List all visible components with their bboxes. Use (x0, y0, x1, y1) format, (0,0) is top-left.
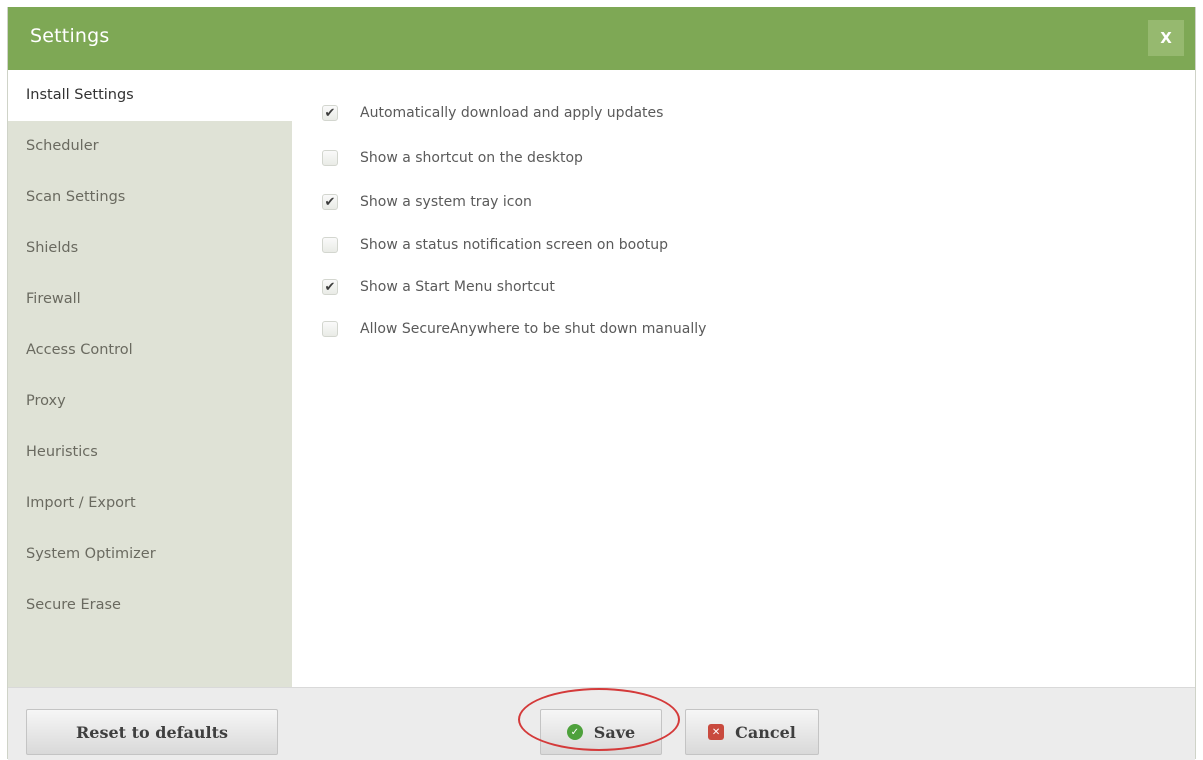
option-label: Show a shortcut on the desktop (360, 150, 583, 166)
sidebar-item-scheduler[interactable]: Scheduler (8, 121, 292, 172)
checkbox[interactable]: ✔ (322, 194, 338, 210)
dialog-footer: Reset to defaults ✓ Save ✕ Cancel (8, 687, 1195, 760)
sidebar-item-install-settings[interactable]: Install Settings (8, 70, 292, 121)
sidebar-item-system-optimizer[interactable]: System Optimizer (8, 529, 292, 580)
checkbox[interactable]: ✔ (322, 105, 338, 121)
option-allow-manual-shutdown[interactable]: Allow SecureAnywhere to be shut down man… (322, 319, 706, 339)
cancel-label: Cancel (735, 722, 796, 742)
dialog-title: Settings (30, 25, 110, 47)
option-label: Show a Start Menu shortcut (360, 279, 555, 295)
reset-defaults-button[interactable]: Reset to defaults (26, 709, 278, 755)
sidebar-item-firewall[interactable]: Firewall (8, 274, 292, 325)
checkmark-icon: ✔ (324, 279, 336, 295)
option-system-tray-icon[interactable]: ✔ Show a system tray icon (322, 192, 532, 212)
x-square-icon: ✕ (708, 724, 725, 740)
checkbox[interactable] (322, 321, 338, 337)
close-icon: X (1160, 29, 1172, 47)
checkbox[interactable]: ✔ (322, 279, 338, 295)
sidebar-item-scan-settings[interactable]: Scan Settings (8, 172, 292, 223)
close-button[interactable]: X (1148, 20, 1184, 56)
option-start-menu-shortcut[interactable]: ✔ Show a Start Menu shortcut (322, 277, 555, 297)
option-desktop-shortcut[interactable]: Show a shortcut on the desktop (322, 148, 583, 168)
checkmark-icon: ✔ (324, 194, 336, 210)
option-label: Automatically download and apply updates (360, 105, 664, 121)
save-label: Save (593, 722, 636, 742)
checkbox[interactable] (322, 237, 338, 253)
title-bar: Settings X (8, 7, 1195, 70)
checkmark-icon: ✔ (324, 105, 336, 121)
checkbox[interactable] (322, 150, 338, 166)
option-label: Allow SecureAnywhere to be shut down man… (360, 321, 707, 337)
install-settings-panel: ✔ Automatically download and apply updat… (292, 70, 1195, 687)
settings-sidebar: Install Settings Scheduler Scan Settings… (8, 70, 292, 687)
option-label: Show a status notification screen on boo… (360, 237, 669, 253)
cancel-button[interactable]: ✕ Cancel (685, 709, 819, 755)
settings-dialog: Settings X Install Settings Scheduler Sc… (7, 7, 1196, 760)
sidebar-item-proxy[interactable]: Proxy (8, 376, 292, 427)
option-auto-update[interactable]: ✔ Automatically download and apply updat… (322, 103, 663, 123)
sidebar-item-secure-erase[interactable]: Secure Erase (8, 580, 292, 631)
option-label: Show a system tray icon (360, 194, 532, 210)
save-button[interactable]: ✓ Save (540, 709, 662, 755)
sidebar-item-heuristics[interactable]: Heuristics (8, 427, 292, 478)
sidebar-item-access-control[interactable]: Access Control (8, 325, 292, 376)
check-circle-icon: ✓ (566, 724, 583, 740)
sidebar-item-import-export[interactable]: Import / Export (8, 478, 292, 529)
option-boot-notification[interactable]: Show a status notification screen on boo… (322, 235, 668, 255)
sidebar-item-shields[interactable]: Shields (8, 223, 292, 274)
